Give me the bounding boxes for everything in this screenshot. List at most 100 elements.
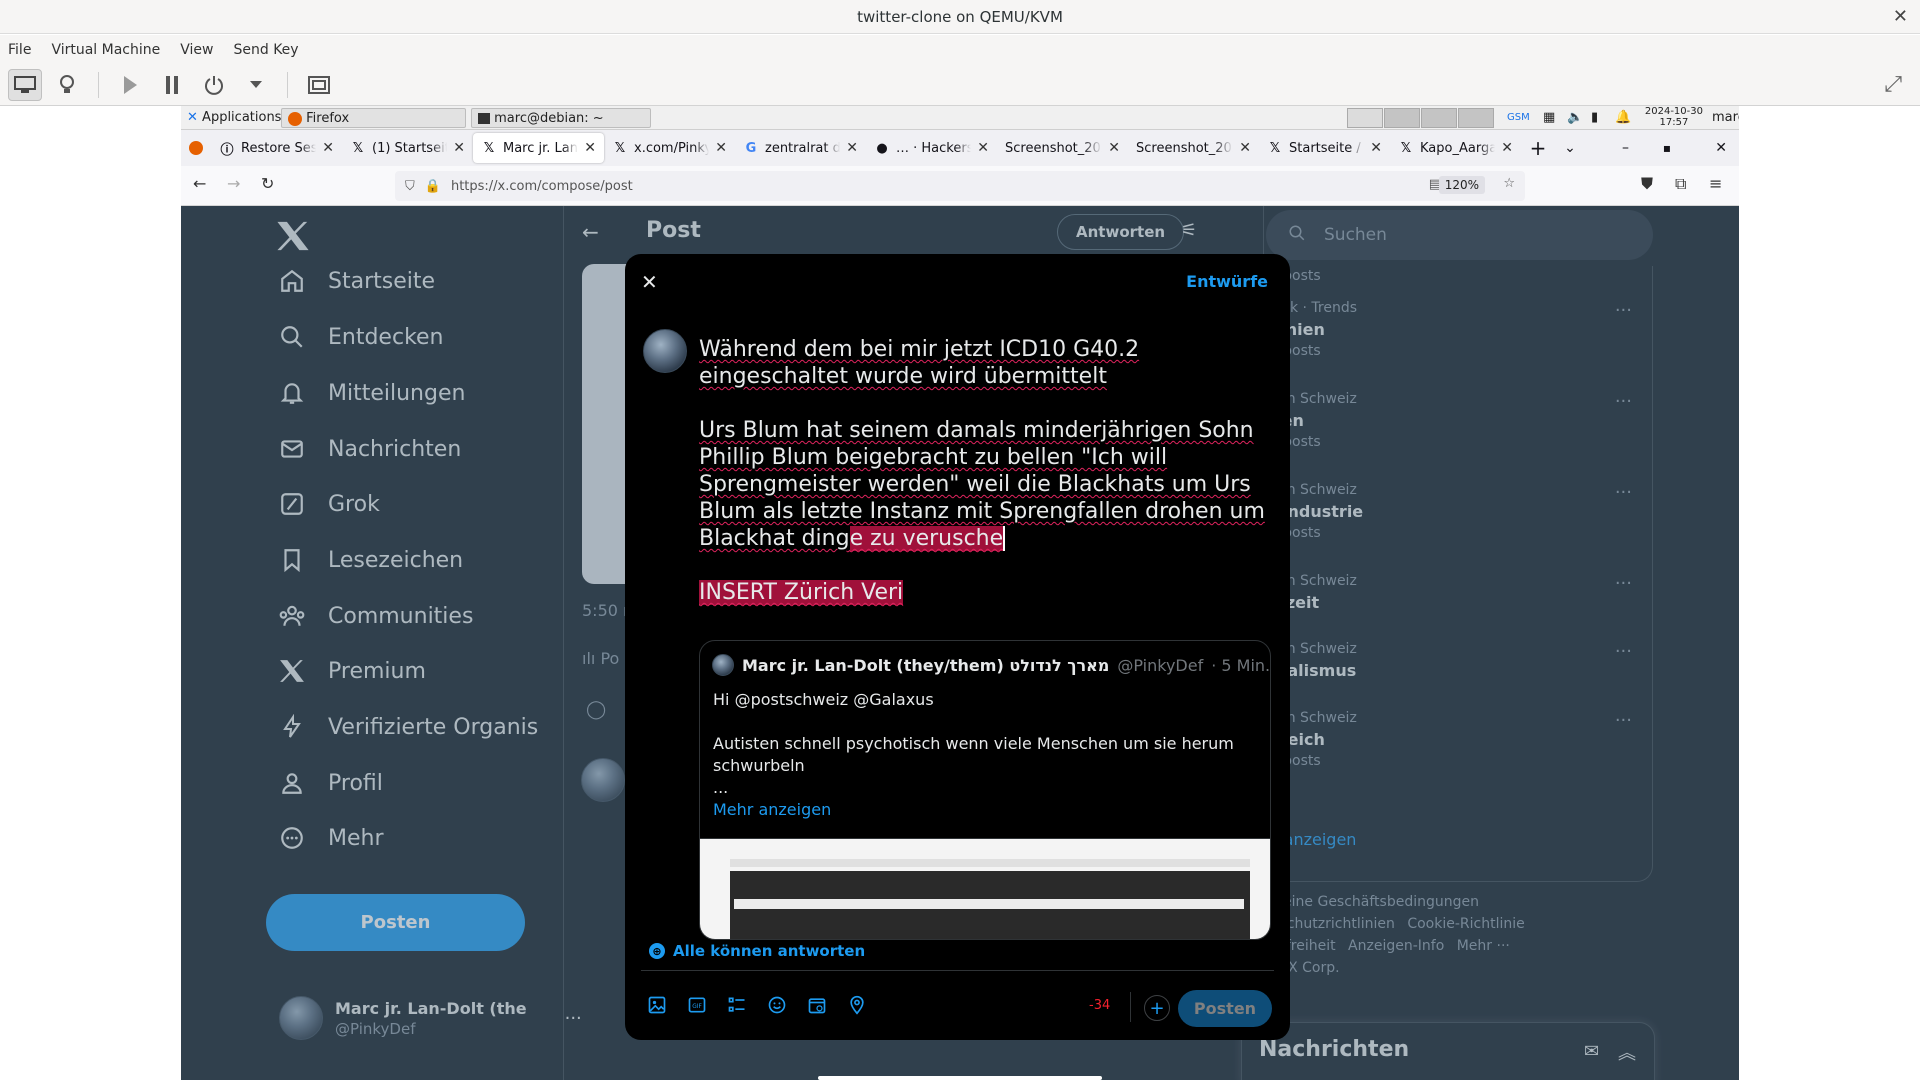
tab-pinkydef[interactable]: 𝕏 x.com/PinkyDef ✕ <box>604 133 735 163</box>
menu-file[interactable]: File <box>8 42 31 58</box>
media-icon[interactable] <box>646 994 668 1016</box>
close-icon[interactable]: ✕ <box>1239 140 1251 156</box>
show-more-link[interactable]: Mehr anzeigen <box>713 799 1263 821</box>
workspace-3[interactable] <box>1421 108 1457 128</box>
tab-strip: ⓘ Restore Session ✕ 𝕏 (1) Startseite / X… <box>181 130 1739 166</box>
reload-icon[interactable]: ↻ <box>261 174 274 193</box>
workspace-1[interactable] <box>1347 108 1383 128</box>
x-logo-icon: 𝕏 <box>1400 140 1412 156</box>
location-icon[interactable] <box>846 994 868 1016</box>
quoted-post[interactable]: Marc jr. Lan-Dolt (they/them) מארך לנדול… <box>699 640 1271 940</box>
compose-textarea[interactable]: Während dem bei mir jetzt ICD10 G40.2 ei… <box>699 336 1271 633</box>
applications-menu[interactable]: ✕ Applications <box>181 108 287 128</box>
new-tab-icon[interactable]: + <box>1521 136 1555 160</box>
menu-send-key[interactable]: Send Key <box>233 42 298 58</box>
tab-startseite-x-2[interactable]: 𝕏 Startseite / X ✕ <box>1259 133 1390 163</box>
reply-permission-label: Alle können antworten <box>673 942 866 960</box>
quoted-post-image[interactable] <box>700 838 1270 939</box>
menu-virtual-machine[interactable]: Virtual Machine <box>51 42 160 58</box>
chevron-down-icon[interactable] <box>239 69 273 101</box>
divider <box>1130 992 1131 1022</box>
close-icon[interactable]: ✕ <box>322 140 334 156</box>
tab-github[interactable]: ● … · Hackers ✕ <box>866 133 997 163</box>
gsm-indicator[interactable]: GSM <box>1501 108 1536 128</box>
close-icon[interactable]: ✕ <box>846 140 858 156</box>
tab-google-search[interactable]: G zentralrat der ✕ <box>735 133 866 163</box>
toolbar-divider <box>287 72 288 98</box>
power-manager-icon[interactable]: ▮ <box>1585 108 1604 128</box>
google-icon: G <box>745 140 757 156</box>
emoji-icon[interactable] <box>766 994 788 1016</box>
tab-kapo-aargau[interactable]: 𝕏 Kapo_Aargau ✕ <box>1390 133 1521 163</box>
add-post-plus-icon[interactable]: + <box>1144 995 1170 1021</box>
close-icon[interactable]: ✕ <box>715 140 727 156</box>
post-submit-button[interactable]: Posten <box>1178 990 1272 1027</box>
quoted-author-handle: @PinkyDef <box>1117 655 1204 675</box>
close-icon[interactable]: ✕ <box>1370 140 1382 156</box>
drafts-button[interactable]: Entwürfe <box>1186 272 1268 291</box>
tab-title: Restore Session <box>241 140 317 156</box>
tab-screenshot-1[interactable]: Screenshot_2024 ✕ <box>997 133 1128 163</box>
clock-time: 17:57 <box>1659 117 1689 128</box>
window-close-icon[interactable]: ✕ <box>1893 0 1908 34</box>
applications-label: Applications <box>202 110 282 125</box>
power-icon[interactable] <box>197 69 231 101</box>
url-bar[interactable]: ⛉ 🔒 https://x.com/compose/post ▤ 120% ☆ <box>395 171 1525 201</box>
tab-screenshot-2[interactable]: Screenshot_2024 ✕ <box>1128 133 1259 163</box>
bookmark-star-icon[interactable]: ☆ <box>1503 176 1515 191</box>
close-icon[interactable]: ✕ <box>977 140 989 156</box>
tab-marc-profile[interactable]: 𝕏 Marc jr. Lan-Dolt ✕ <box>473 133 604 163</box>
gif-icon[interactable]: GIF <box>686 994 708 1016</box>
zoom-level[interactable]: 120% <box>1438 176 1485 194</box>
terminal-task-label: marc@debian: ~ <box>494 111 604 126</box>
network-icon[interactable]: ▦ <box>1537 108 1561 128</box>
maximize-icon[interactable]: ▪ <box>1663 141 1671 155</box>
menu-hamburger-icon[interactable]: ≡ <box>1709 174 1722 193</box>
close-icon[interactable]: ✕ <box>1501 140 1513 156</box>
avatar <box>643 329 687 373</box>
close-icon[interactable]: ✕ <box>584 140 596 156</box>
browser-close-icon[interactable]: ✕ <box>1715 140 1727 156</box>
workspace-4[interactable] <box>1458 108 1494 128</box>
screenshot-icon[interactable] <box>302 69 336 101</box>
minimize-icon[interactable]: – <box>1622 140 1629 156</box>
shield-icon[interactable]: ⛉ <box>405 179 415 194</box>
quoted-post-body: Hi @postschweiz @Galaxus Autisten schnel… <box>713 689 1263 821</box>
image-content <box>730 859 1250 867</box>
tab-startseite-x[interactable]: 𝕏 (1) Startseite / X ✕ <box>342 133 473 163</box>
close-icon[interactable]: ✕ <box>641 270 658 294</box>
fullscreen-icon[interactable]: ⤢ <box>1884 72 1902 97</box>
user-menu[interactable]: marc <box>1706 108 1739 128</box>
lock-icon[interactable]: 🔒 <box>425 179 441 194</box>
poll-icon[interactable] <box>726 994 748 1016</box>
quoted-post-time: · 5 Min. <box>1211 655 1271 675</box>
play-icon[interactable] <box>113 69 147 101</box>
xfce-logo-icon: ✕ <box>187 110 198 125</box>
extensions-icon[interactable]: ⧉ <box>1675 174 1686 194</box>
x-logo-icon: 𝕏 <box>483 140 495 156</box>
menu-view[interactable]: View <box>180 42 213 58</box>
tab-title: Screenshot_2024 <box>1005 140 1102 156</box>
reply-permission-button[interactable]: ⊕ Alle können antworten <box>649 942 865 960</box>
tab-list-chevron-icon[interactable]: ⌄ <box>1555 140 1585 156</box>
url-text: https://x.com/compose/post <box>450 178 633 194</box>
close-icon[interactable]: ✕ <box>453 140 465 156</box>
console-icon[interactable] <box>8 69 42 101</box>
back-icon[interactable]: ← <box>193 174 206 193</box>
close-icon[interactable]: ✕ <box>1108 140 1120 156</box>
clock[interactable]: 2024-10-30 17:57 <box>1645 106 1703 128</box>
tab-restore-session[interactable]: ⓘ Restore Session ✕ <box>211 133 342 163</box>
scrollbar-thumb[interactable] <box>818 1076 1102 1080</box>
schedule-icon[interactable] <box>806 994 828 1016</box>
tab-title: Screenshot_2024 <box>1136 140 1233 156</box>
workspace-2[interactable] <box>1384 108 1420 128</box>
pocket-icon[interactable]: ⛊ <box>1641 174 1653 194</box>
lightbulb-icon[interactable] <box>50 69 84 101</box>
pause-icon[interactable] <box>155 69 189 101</box>
forward-icon[interactable]: → <box>227 174 240 193</box>
taskbar-terminal[interactable]: marc@debian: ~ <box>471 108 651 128</box>
image-content <box>734 899 1244 909</box>
taskbar-firefox[interactable]: Firefox <box>281 108 466 128</box>
notification-bell-icon[interactable]: 🔔 <box>1609 108 1637 128</box>
firefox-view-icon[interactable] <box>181 141 211 155</box>
